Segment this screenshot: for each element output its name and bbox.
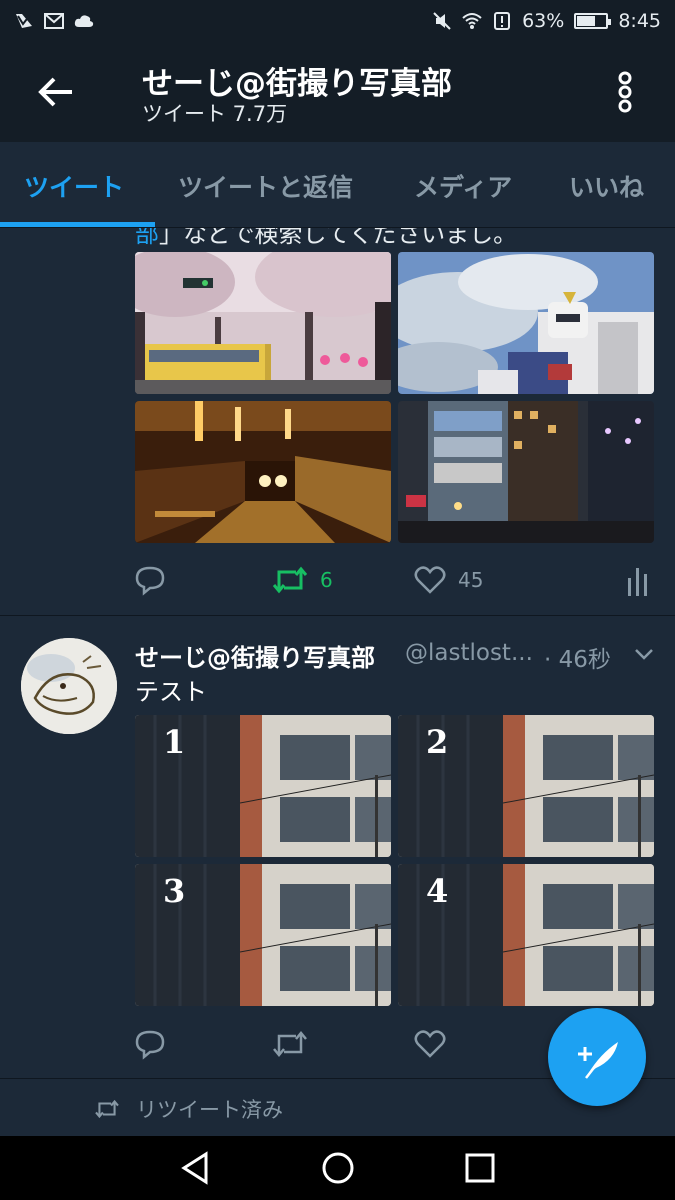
like-button[interactable]: 45: [414, 564, 483, 596]
heart-icon: [414, 566, 446, 594]
battery-percent: 63%: [522, 10, 565, 32]
avatar[interactable]: [21, 638, 117, 734]
notification-check-icon: [16, 14, 32, 28]
photo-number-label: 3: [163, 872, 186, 910]
nav-back-icon[interactable]: [178, 1150, 214, 1186]
cherry-blossom-train-photo[interactable]: [135, 252, 391, 394]
gundam-statue-photo[interactable]: [398, 252, 654, 394]
photo-number-label: 4: [426, 872, 449, 910]
gundam-statue-image: [398, 252, 654, 394]
photo-number-label: 2: [426, 723, 449, 761]
cloud-icon: [74, 15, 94, 27]
more-options-icon[interactable]: [608, 70, 642, 114]
battery-level: [577, 16, 596, 26]
heart-icon[interactable]: [414, 1028, 446, 1060]
like-count: 45: [458, 568, 484, 592]
city-buildings-night-photo[interactable]: [398, 401, 654, 543]
tab-media[interactable]: メディア: [414, 168, 512, 204]
nav-recents-icon[interactable]: [462, 1150, 498, 1186]
cherry-blossom-train-image: [135, 252, 391, 394]
nav-home-icon[interactable]: [320, 1150, 356, 1186]
chevron-down-icon[interactable]: [632, 642, 656, 666]
city-buildings-night-image: [398, 401, 654, 543]
tab-likes[interactable]: いいね: [569, 168, 644, 204]
status-bar: 63% 8:45: [0, 0, 675, 42]
retweet-icon[interactable]: [272, 1028, 308, 1060]
compose-feather-icon: [578, 1042, 618, 1079]
tab-tweets[interactable]: ツイート: [24, 168, 124, 204]
tunnel-train-photo[interactable]: [135, 401, 391, 543]
numbered-photo-4[interactable]: 4: [398, 864, 654, 1006]
analytics-icon[interactable]: [626, 566, 650, 596]
retweet-icon: [272, 566, 308, 594]
reply-icon[interactable]: [134, 564, 166, 596]
wifi-icon: [462, 13, 482, 29]
alert-icon: [494, 12, 511, 30]
profile-header: せーじ@街撮り写真部 ツイート 7.7万: [0, 42, 675, 142]
retweet-count: 6: [320, 568, 333, 592]
tweet-author-name[interactable]: せーじ@街撮り写真部: [135, 638, 375, 673]
profile-tabs: ツイート ツイートと返信 メディア いいね: [0, 142, 675, 228]
reply-icon[interactable]: [134, 1028, 166, 1060]
retweet-small-icon: [95, 1099, 119, 1119]
retweeted-label: リツイート済み: [136, 1098, 283, 1122]
numbered-photo-1[interactable]: 1: [135, 715, 391, 857]
photo-number-label: 1: [163, 723, 186, 761]
compose-tweet-button[interactable]: [548, 1008, 646, 1106]
numbered-photo-2[interactable]: 2: [398, 715, 654, 857]
tweet-timestamp: · 46秒: [544, 647, 611, 673]
status-left: [14, 12, 94, 30]
mute-icon: [433, 12, 451, 30]
tunnel-train-image: [135, 401, 391, 543]
tweet-divider: [0, 615, 675, 616]
tweet-author-handle[interactable]: @lastlost...: [405, 640, 533, 666]
system-nav-bar: [0, 1136, 675, 1200]
status-right: 63% 8:45: [432, 10, 661, 32]
tab-tweets-replies[interactable]: ツイートと返信: [178, 168, 353, 204]
retweet-button[interactable]: 6: [272, 564, 333, 596]
retweeted-indicator: リツイート済み: [94, 1094, 283, 1124]
avatar-drawing: [21, 638, 117, 734]
hashtag-link[interactable]: 部: [135, 228, 159, 248]
battery-icon: [574, 13, 612, 29]
active-tab-indicator: [0, 222, 155, 227]
clock: 8:45: [618, 10, 661, 32]
back-arrow-icon[interactable]: [34, 70, 78, 114]
gmail-icon: [44, 13, 64, 29]
tweet-text: テスト: [135, 678, 207, 706]
tweet-count: ツイート 7.7万: [142, 102, 288, 126]
timeline-feed[interactable]: 部」などで検索してくださいまし。 6 45 せーじ@街撮り写真部 @lastlo…: [0, 228, 675, 1136]
profile-title: せーじ@街撮り写真部: [142, 66, 452, 102]
numbered-photo-3[interactable]: 3: [135, 864, 391, 1006]
tweet-text-partial: 部」などで検索してくださいまし。: [135, 228, 517, 249]
